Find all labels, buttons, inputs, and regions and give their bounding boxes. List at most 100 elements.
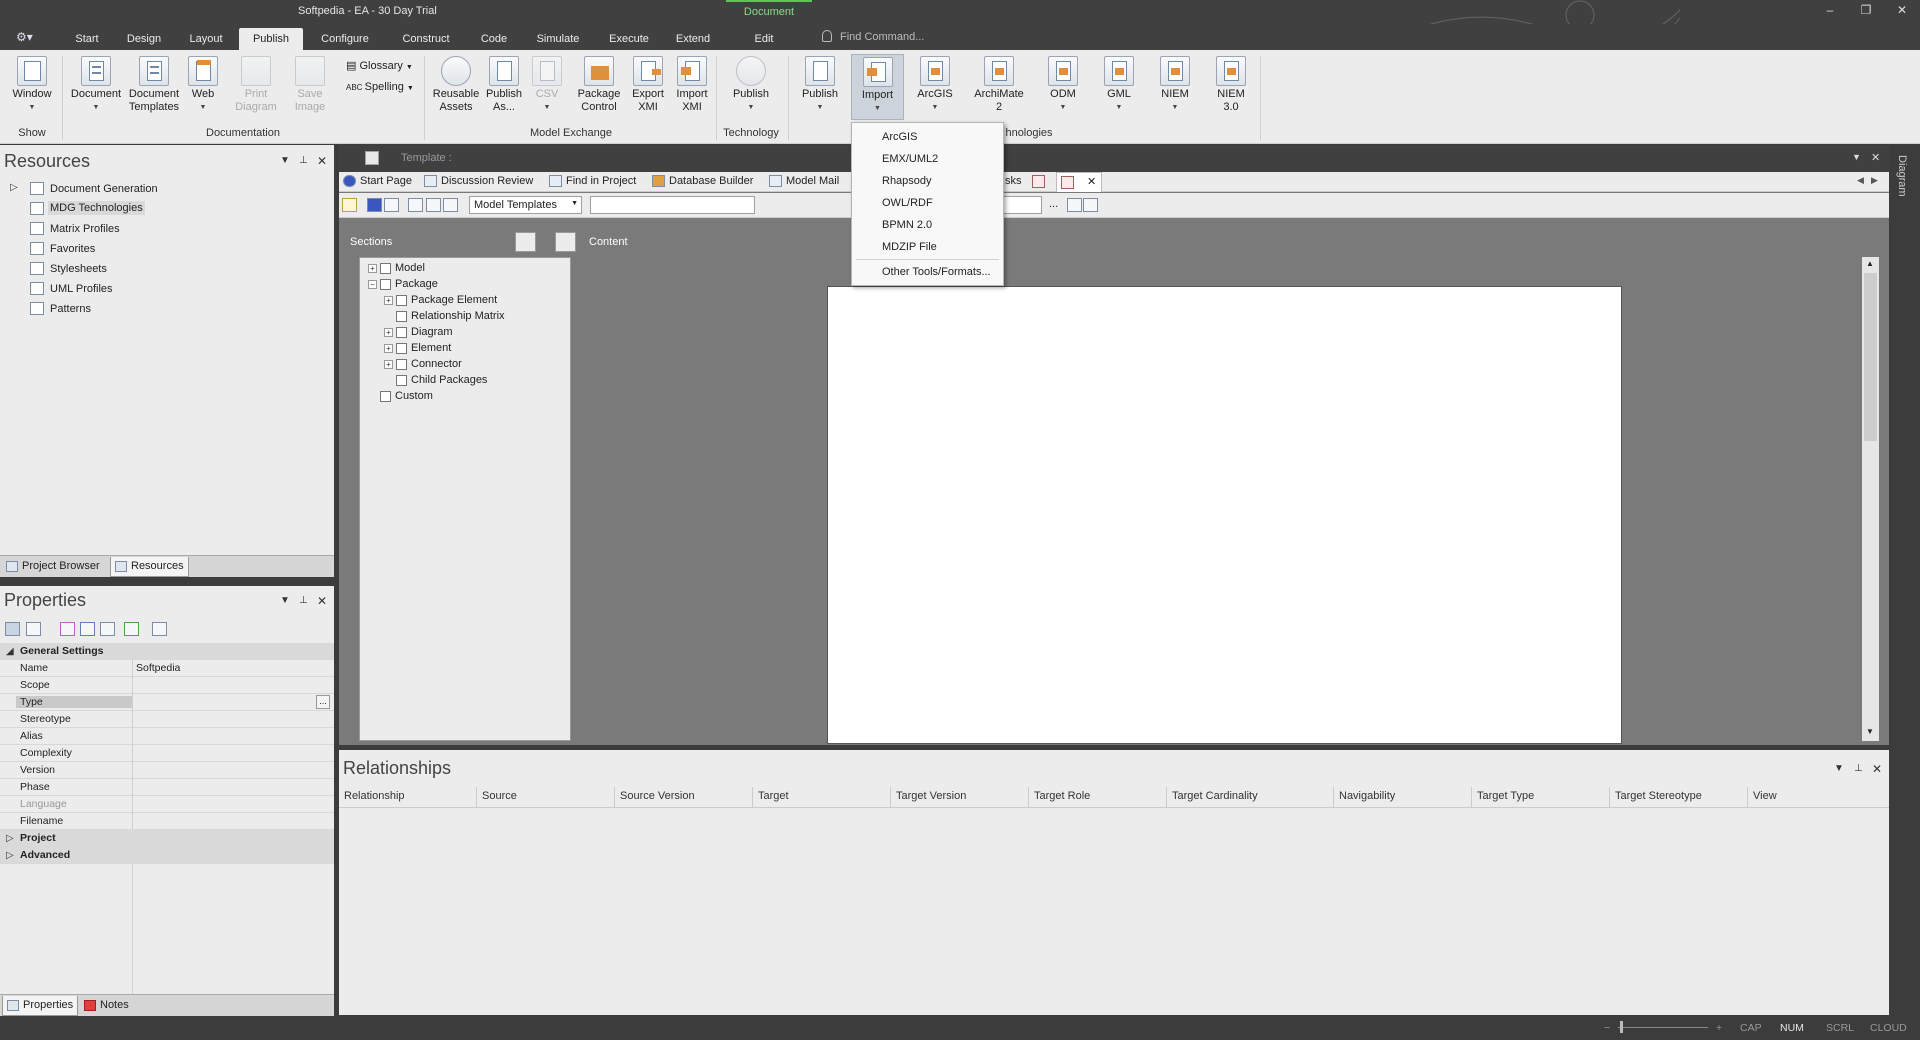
tab-project-browser[interactable]: Project Browser	[2, 557, 104, 577]
menu-item-emx-uml2[interactable]: EMX/UML2	[882, 153, 938, 165]
print-diagram-button[interactable]: Print Diagram	[234, 56, 278, 114]
browse-ellipsis[interactable]: ...	[1049, 198, 1058, 210]
niem-button[interactable]: NIEM ▼	[1152, 56, 1198, 114]
minimize-button[interactable]: –	[1818, 3, 1842, 21]
move-down-icon[interactable]	[80, 622, 95, 636]
expand-arrow-icon[interactable]: ▷	[10, 182, 18, 193]
tab-start[interactable]: Start	[68, 28, 106, 50]
resource-item-mdg-technologies[interactable]: MDG Technologies	[48, 201, 145, 215]
import-template-icon[interactable]	[408, 198, 423, 212]
pin-icon[interactable]: ⊥	[299, 595, 308, 606]
col-target-role[interactable]: Target Role	[1034, 790, 1090, 802]
tab-scroll-left-icon[interactable]: ◀	[1857, 175, 1864, 186]
pin-icon[interactable]: ⊥	[1854, 763, 1863, 774]
page-layout-icon[interactable]	[443, 198, 458, 212]
section-expander-icon[interactable]: +	[384, 360, 393, 369]
section-checkbox[interactable]	[396, 343, 407, 354]
col-target-type[interactable]: Target Type	[1477, 790, 1534, 802]
content-vertical-scrollbar[interactable]: ▲ ▼	[1862, 257, 1879, 741]
zoom-slider-thumb[interactable]	[1620, 1021, 1623, 1033]
resource-item-document-generation[interactable]: Document Generation	[50, 183, 158, 195]
tab-start-page[interactable]: Start Page	[343, 175, 412, 187]
menu-item-owl-rdf[interactable]: OWL/RDF	[882, 197, 933, 209]
property-row-name[interactable]: Name Softpedia	[0, 660, 334, 677]
section-item[interactable]: Diagram	[411, 326, 453, 338]
gml-button[interactable]: GML ▼	[1096, 56, 1142, 114]
col-target-stereotype[interactable]: Target Stereotype	[1615, 790, 1702, 802]
col-target-version[interactable]: Target Version	[896, 790, 966, 802]
spelling-button[interactable]: ABC Spelling ▼	[346, 81, 414, 93]
section-item[interactable]: Package	[395, 278, 438, 290]
tab-extend[interactable]: Extend	[670, 28, 716, 50]
section-checkbox[interactable]	[396, 359, 407, 370]
tab-properties[interactable]: Properties	[2, 996, 79, 1016]
close-view-icon[interactable]: ✕	[1871, 151, 1880, 164]
save-properties-icon[interactable]	[100, 622, 115, 636]
move-section-up-icon[interactable]	[515, 232, 536, 252]
tab-find-in-project[interactable]: Find in Project	[549, 175, 636, 187]
tab-code[interactable]: Code	[474, 28, 514, 50]
group-advanced[interactable]: ▷ Advanced	[0, 847, 334, 864]
document-templates-button[interactable]: Document Templates	[126, 56, 182, 114]
export-xmi-button[interactable]: Export XMI	[628, 56, 668, 114]
tab-database-builder[interactable]: Database Builder	[652, 175, 753, 187]
section-item[interactable]: Package Element	[411, 294, 497, 306]
restore-button[interactable]: ❐	[1854, 3, 1878, 21]
group-general-settings[interactable]: ◢ General Settings	[0, 643, 334, 660]
dock-tab-diagram[interactable]: Diagram	[1896, 155, 1908, 197]
tab-tasks[interactable]: sks	[1005, 175, 1022, 187]
niem3-button[interactable]: NIEM 3.0	[1208, 56, 1254, 114]
section-item[interactable]: Custom	[395, 390, 433, 402]
section-checkbox[interactable]	[396, 295, 407, 306]
tab-notes[interactable]: Notes	[80, 996, 133, 1016]
col-relationship[interactable]: Relationship	[344, 790, 405, 802]
property-row-type[interactable]: Type...	[0, 694, 334, 711]
tab-simulate[interactable]: Simulate	[530, 28, 586, 50]
col-target[interactable]: Target	[758, 790, 789, 802]
scrollbar-thumb[interactable]	[1864, 273, 1877, 441]
tab-publish[interactable]: Publish	[239, 28, 303, 50]
section-expander-icon[interactable]: +	[384, 344, 393, 353]
section-checkbox[interactable]	[396, 327, 407, 338]
section-item[interactable]: Model	[395, 262, 425, 274]
col-source[interactable]: Source	[482, 790, 517, 802]
property-row-stereotype[interactable]: Stereotype	[0, 711, 334, 728]
col-target-cardinality[interactable]: Target Cardinality	[1172, 790, 1258, 802]
property-row-filename[interactable]: Filename	[0, 813, 334, 830]
move-up-icon[interactable]	[60, 622, 75, 636]
col-navigability[interactable]: Navigability	[1339, 790, 1395, 802]
calendar-icon[interactable]	[1067, 198, 1082, 212]
resource-item-favorites[interactable]: Favorites	[50, 243, 95, 255]
close-button[interactable]: ✕	[1890, 3, 1914, 21]
glossary-button[interactable]: ▤ Glossary ▼	[346, 59, 413, 72]
close-icon[interactable]: ✕	[317, 594, 327, 608]
tab-layout[interactable]: Layout	[184, 28, 228, 50]
menu-item-other-tools[interactable]: Other Tools/Formats...	[882, 266, 991, 278]
group-project[interactable]: ▷ Project	[0, 830, 334, 847]
arcgis-button[interactable]: ArcGIS ▼	[912, 56, 958, 114]
section-checkbox[interactable]	[380, 279, 391, 290]
section-expander-icon[interactable]: +	[384, 296, 393, 305]
context-tab-document[interactable]: Document	[726, 0, 812, 24]
zoom-in-button[interactable]: +	[1716, 1022, 1722, 1034]
col-source-version[interactable]: Source Version	[620, 790, 695, 802]
scroll-up-icon[interactable]: ▲	[1866, 259, 1874, 268]
property-row-language[interactable]: Language	[0, 796, 334, 813]
document-tab-icon[interactable]	[1032, 175, 1045, 188]
zoom-slider[interactable]	[1618, 1027, 1708, 1028]
find-command-box[interactable]: Find Command...	[822, 30, 1052, 43]
resource-item-patterns[interactable]: Patterns	[50, 303, 91, 315]
window-button[interactable]: Window ▼	[8, 56, 56, 114]
tab-configure[interactable]: Configure	[314, 28, 376, 50]
move-section-down-icon[interactable]	[555, 232, 576, 252]
package-control-button[interactable]: Package Control	[574, 56, 624, 114]
publish-as-button[interactable]: Publish As...	[484, 56, 524, 114]
template-path-input[interactable]	[590, 196, 755, 214]
categorized-icon[interactable]	[5, 622, 20, 636]
import-button[interactable]: Import ▼	[851, 54, 904, 120]
web-button[interactable]: Web ▼	[186, 56, 220, 114]
export-template-icon[interactable]	[426, 198, 441, 212]
settings-icon[interactable]	[1083, 198, 1098, 212]
pin-icon[interactable]: ⊥	[299, 155, 308, 166]
col-view[interactable]: View	[1753, 790, 1777, 802]
